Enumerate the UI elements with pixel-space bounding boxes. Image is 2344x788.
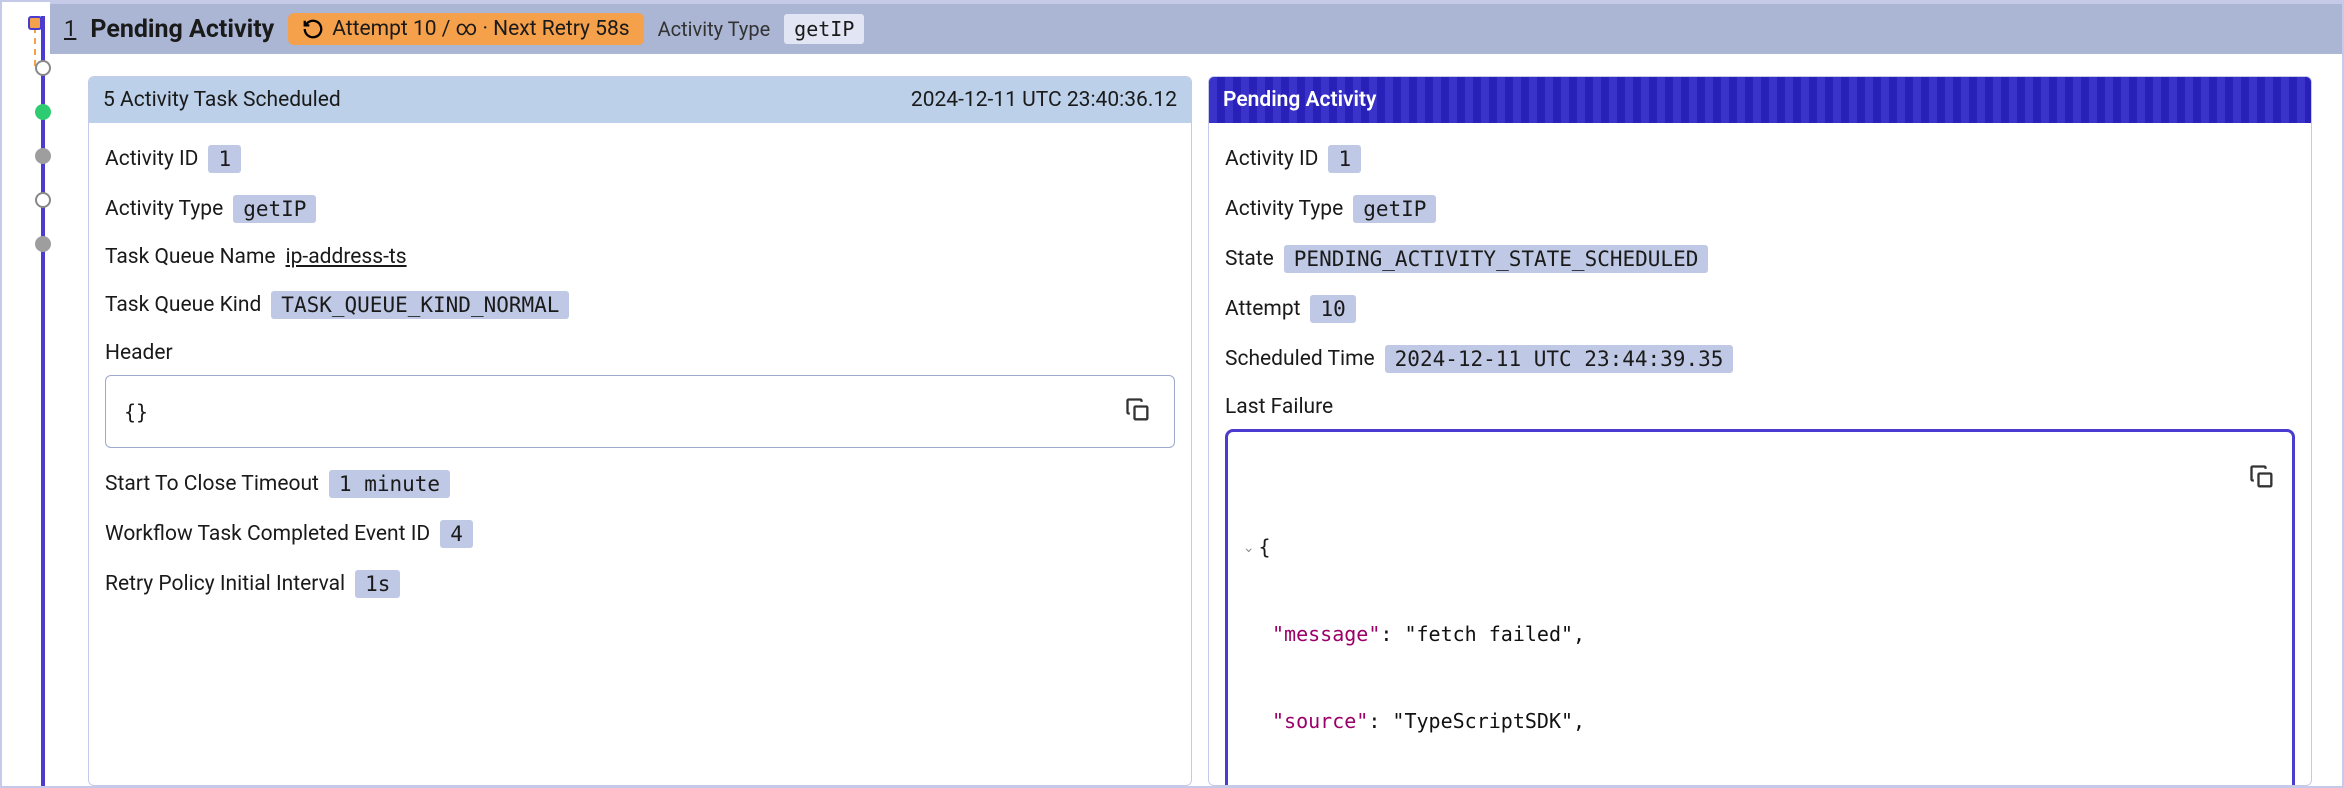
start-to-close-value: 1 minute — [329, 470, 450, 498]
scheduled-card-timestamp: 2024-12-11 UTC 23:40:36.12 — [911, 88, 1177, 112]
task-queue-name-link[interactable]: ip-address-ts — [286, 245, 407, 269]
event-title: Pending Activity — [90, 15, 274, 44]
task-queue-name-label: Task Queue Name — [105, 245, 276, 269]
wf-task-completed-label: Workflow Task Completed Event ID — [105, 522, 430, 546]
timeline-gutter — [2, 2, 50, 786]
event-index[interactable]: 1 — [64, 17, 76, 42]
start-to-close-label: Start To Close Timeout — [105, 472, 319, 496]
copy-icon — [2248, 463, 2276, 491]
json-line: "message": "fetch failed", — [1244, 620, 2276, 649]
activity-type-label: Activity Type — [1225, 197, 1343, 221]
copy-button[interactable] — [2192, 444, 2280, 513]
retry-badge-text: Attempt 10 / ∞ · Next Retry 58s — [332, 17, 629, 41]
activity-id-value: 1 — [1328, 145, 1361, 173]
retry-policy-value: 1s — [355, 570, 400, 598]
event-header: 1 Pending Activity Attempt 10 / ∞ · Next… — [50, 2, 2342, 54]
attempt-value: 10 — [1310, 295, 1355, 323]
copy-icon — [1124, 396, 1152, 424]
scheduled-time-value: 2024-12-11 UTC 23:44:39.35 — [1385, 345, 1734, 373]
task-queue-kind-label: Task Queue Kind — [105, 293, 261, 317]
state-value: PENDING_ACTIVITY_STATE_SCHEDULED — [1284, 245, 1709, 273]
activity-id-label: Activity ID — [1225, 147, 1318, 171]
timeline-connector-solid — [41, 16, 45, 786]
timeline-node-success[interactable] — [35, 104, 51, 120]
pending-card-header[interactable]: Pending Activity — [1209, 77, 2311, 123]
timeline-node[interactable] — [35, 148, 51, 164]
header-value-box: {} — [105, 375, 1175, 448]
activity-type-value: getIP — [233, 195, 316, 223]
scheduled-card: 5 Activity Task Scheduled 2024-12-11 UTC… — [88, 76, 1192, 786]
header-label: Header — [105, 341, 173, 365]
last-failure-label: Last Failure — [1225, 395, 1333, 419]
scheduled-card-title: 5 Activity Task Scheduled — [103, 88, 341, 112]
pending-card: Pending Activity Activity ID 1 Activity … — [1208, 76, 2312, 786]
activity-type-label: Activity Type — [105, 197, 223, 221]
json-line: "source": "TypeScriptSDK", — [1244, 707, 2276, 736]
scheduled-time-label: Scheduled Time — [1225, 347, 1375, 371]
wf-task-completed-value: 4 — [440, 520, 473, 548]
retry-policy-label: Retry Policy Initial Interval — [105, 572, 345, 596]
header-value-text: {} — [124, 400, 148, 424]
activity-type-label: Activity Type — [658, 17, 771, 41]
pending-card-title: Pending Activity — [1223, 88, 1376, 112]
last-failure-json-box: ›{ "message": "fetch failed", "source": … — [1225, 429, 2295, 785]
copy-button[interactable] — [1120, 392, 1156, 431]
timeline-node-active[interactable] — [28, 16, 42, 30]
json-line: ›{ — [1244, 533, 2276, 562]
scheduled-card-header[interactable]: 5 Activity Task Scheduled 2024-12-11 UTC… — [89, 77, 1191, 123]
state-label: State — [1225, 247, 1274, 271]
activity-id-value: 1 — [208, 145, 241, 173]
retry-icon — [302, 18, 324, 40]
task-queue-kind-value: TASK_QUEUE_KIND_NORMAL — [271, 291, 569, 319]
activity-type-value: getIP — [1353, 195, 1436, 223]
timeline-node[interactable] — [35, 60, 51, 76]
activity-id-label: Activity ID — [105, 147, 198, 171]
caret-icon[interactable]: › — [1238, 546, 1258, 554]
retry-badge: Attempt 10 / ∞ · Next Retry 58s — [288, 13, 643, 45]
activity-type-value: getIP — [784, 14, 864, 44]
timeline-node[interactable] — [35, 192, 51, 208]
attempt-label: Attempt — [1225, 297, 1300, 321]
timeline-node[interactable] — [35, 236, 51, 252]
